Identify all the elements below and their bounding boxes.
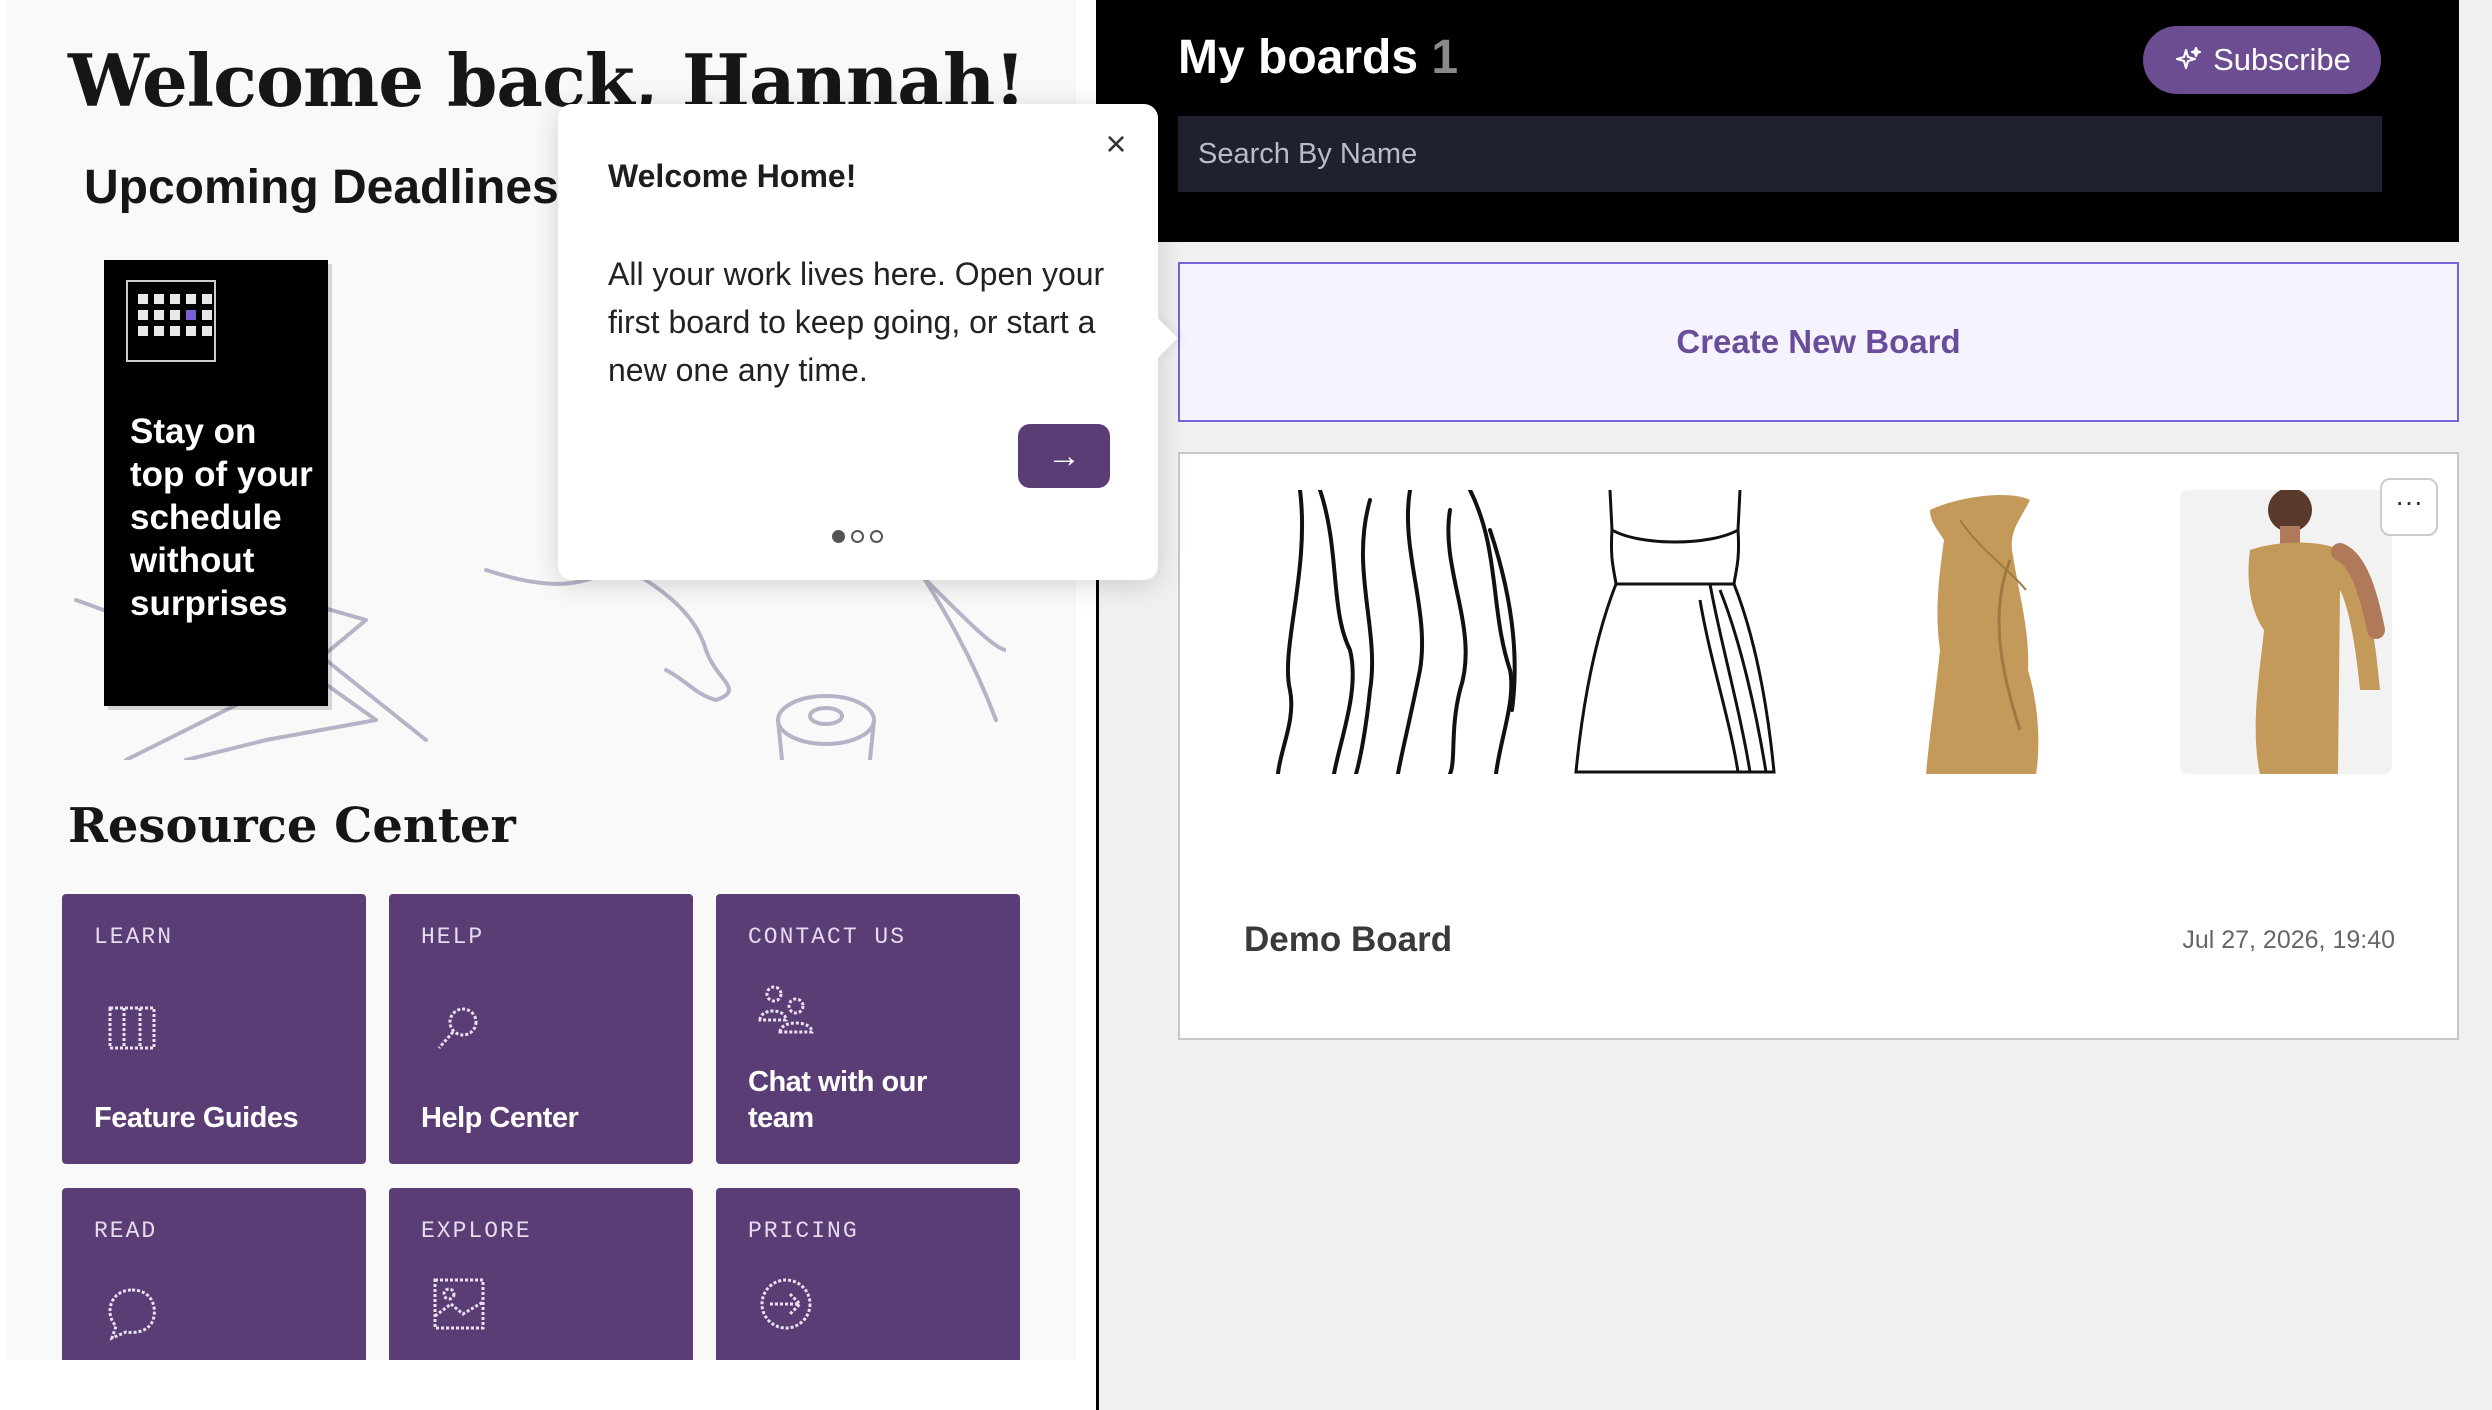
board-thumbnails	[1260, 490, 2420, 774]
app-root: Welcome back, Hannah! Upcoming Deadlines	[0, 0, 2492, 1410]
tile-chat-with-team[interactable]: CONTACT US Chat with our team	[716, 894, 1020, 1164]
board-date: Jul 27, 2026, 19:40	[2182, 926, 2395, 954]
deadline-card[interactable]: Stay on top of your schedule without sur…	[104, 260, 328, 706]
board-thumbnail	[1574, 490, 1776, 774]
tile-label: Help Center	[421, 1102, 579, 1134]
create-new-board-button[interactable]: Create New Board	[1178, 262, 2459, 422]
tile-kicker: READ	[94, 1218, 158, 1244]
board-name: Demo Board	[1244, 920, 1453, 959]
board-thumbnail-photo	[2180, 490, 2392, 774]
board-more-button[interactable]: ···	[2380, 478, 2438, 536]
tile-kicker: LEARN	[94, 924, 174, 950]
home-panel: Welcome back, Hannah! Upcoming Deadlines	[0, 0, 1178, 1410]
tile-help-center[interactable]: HELP Help Center	[389, 894, 693, 1164]
step-dot	[870, 530, 883, 543]
deadline-card-text: Stay on top of your schedule without sur…	[130, 412, 313, 623]
tile-kicker: PRICING	[748, 1218, 859, 1244]
tile-kicker: HELP	[421, 924, 485, 950]
step-dot	[851, 530, 864, 543]
magnifier-icon	[437, 1007, 478, 1049]
subscribe-label: Subscribe	[2213, 42, 2351, 77]
image-icon	[433, 1278, 485, 1330]
arrow-right-icon: →	[1047, 437, 1081, 475]
welcome-popover: × Welcome Home! All your work lives here…	[558, 104, 1178, 580]
speech-bubble-icon	[108, 1288, 156, 1341]
tile-label: Feature Guides	[94, 1102, 299, 1134]
next-button[interactable]: →	[1018, 424, 1110, 488]
search-input[interactable]	[1178, 116, 2382, 192]
step-dot-active	[832, 530, 845, 543]
board-thumbnail	[1926, 495, 2039, 774]
resource-center-heading: Resource Center	[68, 798, 516, 854]
boards-title: My boards 1	[1178, 30, 1458, 85]
tile-read[interactable]: READ	[62, 1188, 366, 1360]
tile-explore[interactable]: EXPLORE	[389, 1188, 693, 1360]
boards-title-text: My boards	[1178, 31, 1419, 84]
boards-header: My boards 1 Subscribe	[1099, 0, 2459, 242]
sparkle-icon	[2175, 46, 2202, 70]
boards-panel: My boards 1 Subscribe Create New Board	[1099, 0, 2492, 1410]
close-icon[interactable]: ×	[1098, 126, 1134, 162]
tile-pricing[interactable]: PRICING	[716, 1188, 1020, 1360]
arrow-circle-icon	[760, 1278, 812, 1330]
subscribe-button[interactable]: Subscribe	[2143, 26, 2381, 94]
calendar-icon	[126, 280, 216, 362]
step-indicator	[832, 530, 883, 543]
popover-body: All your work lives here. Open your firs…	[608, 256, 1105, 388]
boards-count: 1	[1431, 31, 1459, 84]
board-thumbnail	[1276, 490, 1517, 774]
book-icon	[108, 1006, 156, 1050]
popover-title: Welcome Home!	[608, 158, 857, 194]
tile-feature-guides[interactable]: LEARN Feature Guides	[62, 894, 366, 1164]
people-icon	[758, 985, 814, 1034]
deadlines-heading: Upcoming Deadlines	[84, 161, 559, 214]
tile-label: Chat with our team	[748, 1066, 927, 1134]
board-card-demo[interactable]: ··· Demo Board Jul 27, 2026, 19:40	[1178, 452, 2459, 1040]
tile-kicker: CONTACT US	[748, 924, 907, 950]
tile-kicker: EXPLORE	[421, 1218, 532, 1244]
